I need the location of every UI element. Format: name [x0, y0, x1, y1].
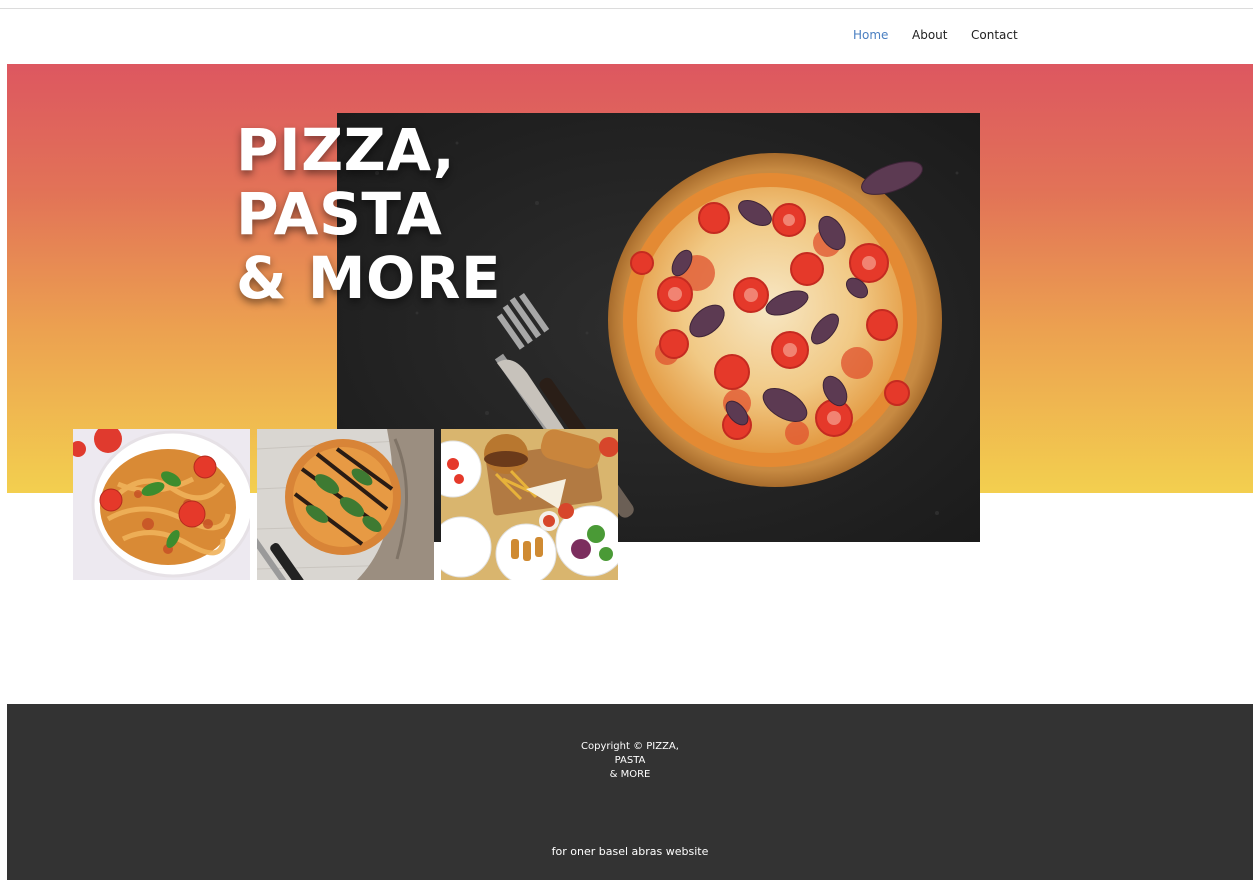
- footer-credit: for oner basel abras website: [551, 845, 709, 858]
- top-divider: [0, 8, 1253, 9]
- thumbnail-pasta-image[interactable]: [73, 429, 250, 580]
- footer-copyright-line-2: PASTA: [614, 755, 646, 766]
- thumbnail-platter-image[interactable]: [441, 429, 618, 580]
- nav-contact-link[interactable]: Contact: [971, 28, 1018, 42]
- hero-title-line-2: PASTA: [236, 180, 443, 248]
- hero-title-line-3: & MORE: [236, 244, 502, 312]
- hero-title-line-1: PIZZA,: [236, 116, 456, 184]
- nav-home-link[interactable]: Home: [853, 28, 888, 42]
- nav-about-link[interactable]: About: [912, 28, 947, 42]
- site-footer: Copyright © PIZZA, PASTA & MORE for oner…: [7, 704, 1253, 880]
- page: Home About Contact PIZZA, PASTA & MORE C…: [0, 0, 1253, 880]
- footer-copyright-line-3: & MORE: [609, 769, 651, 780]
- footer-copyright: Copyright © PIZZA, PASTA & MORE: [7, 740, 1253, 782]
- thumbnail-pizza-image[interactable]: [257, 429, 434, 580]
- hero-title: PIZZA, PASTA & MORE: [236, 118, 536, 310]
- main-nav: Home About Contact: [0, 28, 1253, 48]
- footer-copyright-line-1: Copyright © PIZZA,: [581, 741, 679, 752]
